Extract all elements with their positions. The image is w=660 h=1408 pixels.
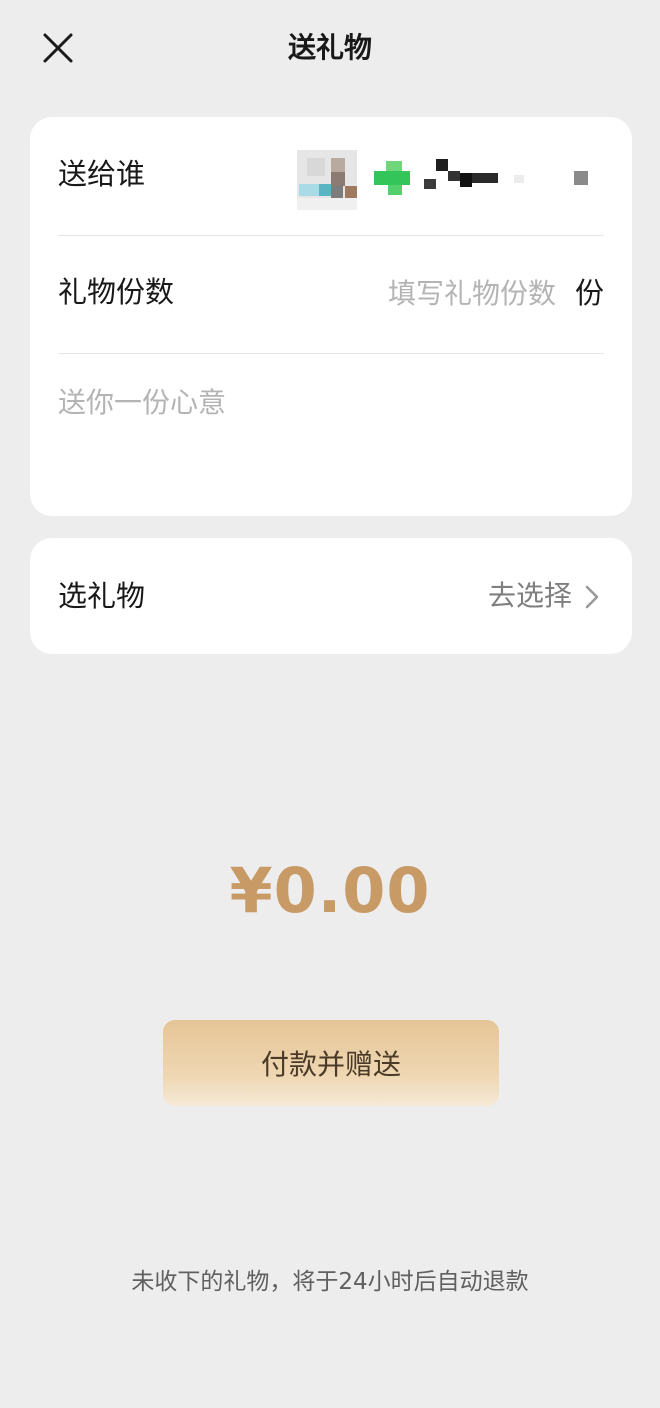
page-title: 送礼物: [287, 31, 372, 64]
select-gift-row[interactable]: 选礼物 去选择: [30, 538, 632, 654]
divider: [58, 235, 604, 236]
recipient-avatar: [297, 150, 357, 210]
recipient-selector[interactable]: [294, 147, 604, 210]
divider: [58, 353, 604, 354]
gift-count-input[interactable]: [336, 271, 556, 315]
total-amount: ¥0.00: [229, 854, 431, 927]
nav-bar: 送礼物: [0, 0, 660, 96]
select-gift-action: 去选择: [487, 579, 572, 612]
pay-and-send-button[interactable]: 付款并赠送: [163, 1020, 499, 1106]
gift-count-unit: 份: [574, 276, 604, 310]
select-gift-label: 选礼物: [58, 579, 146, 613]
recipient-label: 送给谁: [58, 157, 146, 191]
recipient-nickname: [374, 159, 604, 199]
chevron-right-icon: [585, 585, 599, 609]
refund-note: 未收下的礼物，将于24小时后自动退款: [131, 1269, 529, 1295]
gift-form-card: 送给谁 礼物份数 份: [30, 117, 632, 516]
gift-message-input[interactable]: [58, 383, 604, 493]
gift-count-label: 礼物份数: [58, 275, 175, 309]
